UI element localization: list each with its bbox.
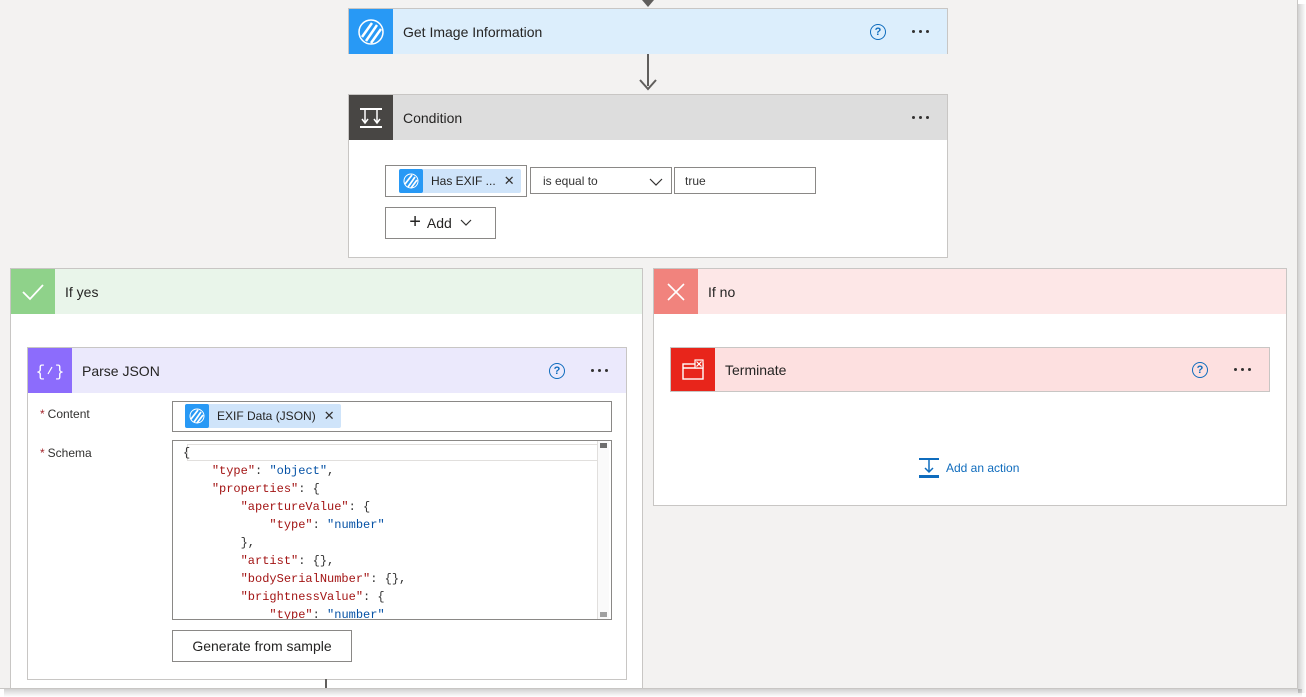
schema-line: "type": "number": [269, 608, 385, 620]
terminate-title: Terminate: [725, 361, 787, 378]
condition-value: true: [685, 174, 706, 188]
schema-editor[interactable]: { "type": "object", "properties": { "ape…: [172, 440, 612, 620]
arrow-down-icon: [639, 79, 657, 91]
token-label: Has EXIF ...: [431, 174, 496, 188]
condition-icon: [349, 95, 393, 140]
terminate-icon: [671, 348, 715, 391]
plus-icon: +: [409, 210, 421, 233]
schema-line: "properties": {: [211, 482, 320, 496]
get-image-title: Get Image Information: [403, 23, 543, 40]
get-image-card[interactable]: Get Image Information ?: [348, 8, 948, 54]
schema-label: * Schema: [40, 446, 92, 460]
branch-yes-header[interactable]: If yes: [11, 269, 642, 314]
schema-line: "apertureValue": {: [240, 500, 371, 514]
remove-token-icon[interactable]: ✕: [504, 173, 515, 189]
more-options-button[interactable]: [587, 365, 612, 376]
generate-from-sample-button[interactable]: Generate from sample: [172, 630, 352, 662]
content-input[interactable]: EXIF Data (JSON) ✕: [172, 401, 612, 432]
parse-json-card[interactable]: { } Parse JSON ? * Content EXIF Data (JS…: [27, 347, 627, 680]
help-icon[interactable]: ?: [549, 362, 565, 379]
chevron-down-icon: [460, 219, 472, 226]
add-action-link[interactable]: Add an action: [918, 457, 1019, 479]
striped-logo-icon: [185, 404, 209, 428]
schema-line: "type": "number": [269, 518, 385, 532]
add-action-icon: [919, 458, 939, 478]
help-icon[interactable]: ?: [870, 23, 886, 40]
schema-line: "bodySerialNumber": {},: [240, 572, 407, 586]
scrollbar[interactable]: [597, 441, 609, 619]
operator-value: is equal to: [543, 174, 598, 188]
branch-no-header[interactable]: If no: [654, 269, 1286, 314]
branch-yes-title: If yes: [65, 283, 99, 300]
token-label: EXIF Data (JSON): [217, 409, 316, 423]
more-options-button[interactable]: [1230, 364, 1255, 375]
striped-logo-icon: [399, 169, 423, 193]
schema-line: "type": "object",: [211, 464, 335, 478]
braces-icon: { }: [28, 348, 72, 393]
parse-json-title: Parse JSON: [82, 362, 160, 379]
check-icon: [11, 269, 55, 314]
branch-no: If no Terminate ? Add an action: [653, 268, 1287, 506]
more-options-button[interactable]: [908, 26, 933, 37]
condition-title: Condition: [403, 109, 463, 126]
get-image-header[interactable]: Get Image Information ?: [349, 9, 947, 54]
condition-value-input[interactable]: true: [674, 167, 816, 194]
branch-no-title: If no: [708, 283, 736, 300]
schema-line: {: [183, 446, 191, 460]
schema-line: },: [183, 536, 256, 550]
close-icon: [654, 269, 698, 314]
condition-left-operand[interactable]: Has EXIF ... ✕: [385, 165, 527, 197]
terminate-header[interactable]: Terminate ?: [671, 348, 1269, 391]
schema-line: "brightnessValue": {: [240, 590, 385, 604]
schema-code: { "type": "object", "properties": { "ape…: [183, 444, 407, 620]
chevron-down-icon: [649, 178, 663, 186]
has-exif-token[interactable]: Has EXIF ... ✕: [399, 169, 521, 193]
add-button[interactable]: + Add: [385, 207, 496, 239]
content-label: * Content: [40, 407, 90, 421]
branch-yes: If yes { } Parse JSON ? * Content EXIF D…: [10, 268, 643, 688]
exif-data-token[interactable]: EXIF Data (JSON) ✕: [185, 404, 341, 428]
window-shadow: [4, 689, 1302, 697]
svg-text:{ }: { }: [37, 363, 63, 381]
remove-token-icon[interactable]: ✕: [324, 408, 335, 424]
window-shadow: [1298, 4, 1306, 693]
arrow-top: [642, 0, 654, 7]
condition-card[interactable]: Condition Has EXIF ... ✕ is equal to tru…: [348, 94, 948, 258]
operator-dropdown[interactable]: is equal to: [530, 167, 672, 194]
more-options-button[interactable]: [908, 112, 933, 123]
flow-canvas: Get Image Information ? Condition Has EX…: [0, 0, 1298, 689]
connector-bottom: [325, 679, 327, 688]
add-action-label: Add an action: [946, 461, 1020, 475]
parse-json-header[interactable]: { } Parse JSON ?: [28, 348, 626, 393]
condition-header[interactable]: Condition: [349, 95, 947, 140]
help-icon[interactable]: ?: [1192, 361, 1208, 378]
striped-logo-icon: [349, 9, 393, 54]
add-button-label: Add: [426, 215, 452, 231]
terminate-card[interactable]: Terminate ?: [670, 347, 1270, 392]
schema-line: "artist": {},: [240, 554, 335, 568]
